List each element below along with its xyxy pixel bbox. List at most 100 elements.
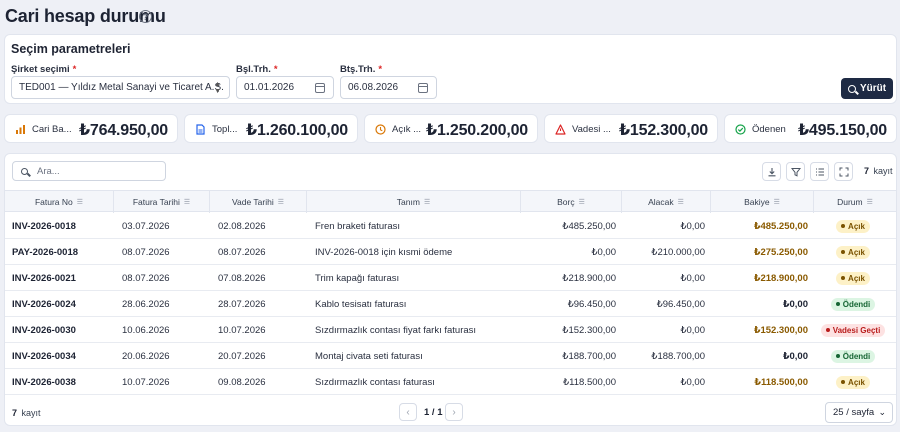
document-icon bbox=[196, 124, 205, 135]
stat-card-open: Açık ... ₺1.250.200,00 bbox=[364, 114, 538, 143]
column-header-balance[interactable]: Bakiye ☰ bbox=[711, 191, 814, 213]
table-row[interactable]: INV-2026-0021 08.07.2026 07.08.2026 Trim ka… bbox=[5, 265, 896, 291]
column-header-invoice-no[interactable]: Fatura No ☰ bbox=[5, 191, 114, 213]
column-header-credit[interactable]: Alacak ☰ bbox=[622, 191, 711, 213]
status-cell: Vadesi Geçti bbox=[813, 317, 893, 343]
status-badge: Açık bbox=[836, 375, 870, 389]
debit: ₺485.250,00 bbox=[562, 220, 616, 232]
table-row[interactable]: INV-2026-0030 10.06.2026 10.07.2026 Sızdırm… bbox=[5, 317, 896, 343]
download-button[interactable] bbox=[762, 162, 781, 181]
table-row[interactable]: INV-2026-0018 03.07.2026 02.08.2026 Fren br… bbox=[5, 213, 896, 239]
expand-icon bbox=[839, 167, 848, 176]
debit: ₺96.450,00 bbox=[567, 298, 616, 310]
invoice-date: 08.07.2026 bbox=[122, 246, 170, 258]
stat-label: Vadesi ... bbox=[572, 124, 611, 135]
credit: ₺96.450,00 bbox=[656, 298, 705, 310]
table-row[interactable]: INV-2026-0024 28.06.2026 28.07.2026 Kablo t… bbox=[5, 291, 896, 317]
column-header-invoice-date[interactable]: Fatura Tarihi ☰ bbox=[114, 191, 210, 213]
invoice-no[interactable]: INV-2026-0024 bbox=[12, 291, 76, 317]
debit: ₺152.300,00 bbox=[562, 324, 616, 336]
invoice-date: 08.07.2026 bbox=[122, 272, 170, 284]
sort-icon: ☰ bbox=[578, 199, 585, 206]
filter-icon bbox=[790, 167, 801, 177]
calendar-icon[interactable] bbox=[315, 83, 325, 93]
bar-chart-icon bbox=[16, 125, 25, 134]
clock-icon bbox=[375, 124, 386, 135]
balance: ₺485.250,00 bbox=[753, 220, 808, 232]
status-dot-icon bbox=[841, 276, 846, 280]
debit: ₺218.900,00 bbox=[562, 272, 616, 284]
status-cell: Açık bbox=[813, 213, 893, 239]
help-icon[interactable]: ? bbox=[139, 10, 152, 23]
sort-icon: ☰ bbox=[277, 199, 285, 206]
due-date: 28.07.2026 bbox=[218, 298, 266, 310]
invoice-no[interactable]: INV-2026-0034 bbox=[12, 343, 76, 369]
search-input[interactable]: Ara... bbox=[12, 161, 166, 181]
debit: ₺188.700,00 bbox=[562, 350, 616, 362]
end-date-label: Btş.Trh. * bbox=[340, 64, 383, 75]
balance: ₺152.300,00 bbox=[753, 324, 808, 336]
search-icon bbox=[847, 84, 856, 93]
balance: ₺275.250,00 bbox=[753, 246, 808, 258]
status-badge: Açık bbox=[836, 219, 870, 233]
stat-label: Topl... bbox=[212, 124, 238, 135]
stat-value: ₺1.250.200,00 bbox=[426, 122, 528, 139]
stat-label: Ödenen bbox=[752, 124, 786, 135]
sort-icon: ☰ bbox=[183, 199, 191, 206]
end-date-value: 06.08.2026 bbox=[348, 82, 399, 93]
column-header-debit[interactable]: Borç ☰ bbox=[521, 191, 622, 213]
balance: ₺0,00 bbox=[782, 350, 808, 362]
invoice-no[interactable]: PAY-2026-0018 bbox=[12, 239, 78, 265]
run-button[interactable]: Yürüt bbox=[841, 78, 893, 99]
stat-label: Açık ... bbox=[392, 124, 422, 135]
parameters-title: Seçim parametreleri bbox=[11, 42, 131, 56]
stat-card-paid: Ödenen ₺495.150,00 bbox=[724, 114, 897, 143]
warning-icon bbox=[555, 124, 566, 135]
status-badge: Açık bbox=[836, 271, 870, 285]
next-page-button[interactable]: › bbox=[445, 403, 463, 421]
column-header-due-date[interactable]: Vade Tarihi ☰ bbox=[210, 191, 307, 213]
stat-card-overdue: Vadesi ... ₺152.300,00 bbox=[544, 114, 718, 143]
table-row[interactable]: INV-2026-0034 20.06.2026 20.07.2026 Montaj … bbox=[5, 343, 896, 369]
due-date: 09.08.2026 bbox=[218, 376, 266, 388]
page-info: 1 / 1 bbox=[424, 407, 443, 418]
page-size-select[interactable]: 25 / sayfa ⌄ bbox=[825, 402, 893, 423]
invoice-no[interactable]: INV-2026-0018 bbox=[12, 213, 76, 239]
status-cell: Açık bbox=[813, 239, 893, 265]
due-date: 20.07.2026 bbox=[218, 350, 266, 362]
columns-button[interactable] bbox=[810, 162, 829, 181]
status-cell: Açık bbox=[813, 265, 893, 291]
filter-button[interactable] bbox=[786, 162, 805, 181]
invoice-no[interactable]: INV-2026-0030 bbox=[12, 317, 76, 343]
run-button-label: Yürüt bbox=[859, 83, 887, 94]
select-arrows-icon: ▲ ▼ bbox=[214, 81, 221, 95]
invoice-no[interactable]: INV-2026-0021 bbox=[12, 265, 76, 291]
status-badge: Ödendi bbox=[830, 349, 876, 363]
stat-value: ₺764.950,00 bbox=[78, 122, 168, 139]
company-select[interactable]: TED001 — Yıldız Metal Sanayi ve Ticaret … bbox=[11, 76, 230, 99]
table-header: Fatura No ☰ Fatura Tarihi ☰ Vade Tarihi ☰ T… bbox=[5, 190, 896, 213]
due-date: 07.08.2026 bbox=[218, 272, 266, 284]
table-row[interactable]: INV-2026-0038 10.07.2026 09.08.2026 Sızdırm… bbox=[5, 369, 896, 395]
invoice-date: 03.07.2026 bbox=[122, 220, 170, 232]
fullscreen-button[interactable] bbox=[834, 162, 853, 181]
stat-label: Cari Ba... bbox=[32, 124, 72, 135]
table-row[interactable]: PAY-2026-0018 08.07.2026 08.07.2026 INV-202… bbox=[5, 239, 896, 265]
start-date-input[interactable]: 01.01.2026 bbox=[236, 76, 334, 99]
download-icon bbox=[768, 167, 775, 176]
chevron-left-icon: ‹ bbox=[406, 406, 410, 418]
column-header-status[interactable]: Durum ☰ bbox=[814, 191, 896, 213]
credit: ₺210.000,00 bbox=[651, 246, 705, 258]
column-header-description[interactable]: Tanım ☰ bbox=[307, 191, 521, 213]
footer-record-count: 7 kayıt bbox=[12, 408, 41, 418]
prev-page-button[interactable]: ‹ bbox=[399, 403, 417, 421]
invoice-no[interactable]: INV-2026-0038 bbox=[12, 369, 76, 395]
status-cell: Ödendi bbox=[813, 291, 893, 317]
description: Montaj civata seti faturası bbox=[315, 350, 423, 362]
search-icon bbox=[21, 167, 28, 175]
credit: ₺0,00 bbox=[680, 324, 705, 336]
calendar-icon[interactable] bbox=[418, 83, 428, 93]
end-date-input[interactable]: 06.08.2026 bbox=[340, 76, 437, 99]
invoice-table-panel: Ara... 7 kayıt Fatura No ☰ Fatura Tarihi ☰… bbox=[4, 153, 897, 426]
sort-icon: ☰ bbox=[866, 199, 873, 206]
